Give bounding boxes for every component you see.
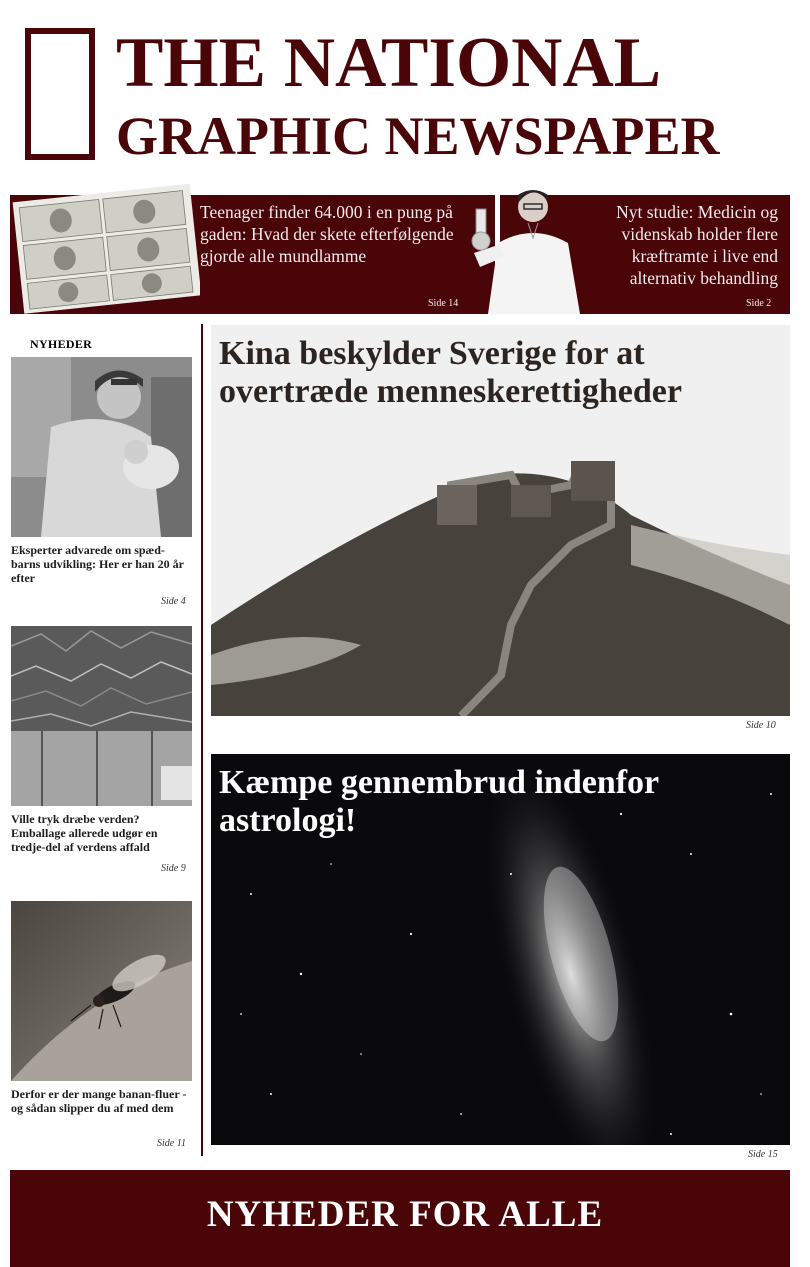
baby-photo[interactable] xyxy=(11,357,192,537)
masthead-title-line2: GRAPHIC NEWSPAPER xyxy=(116,106,720,166)
packaging-waste-photo[interactable] xyxy=(11,626,192,806)
story-caption: Eksperter advarede om spæd-barns udvikli… xyxy=(11,543,184,585)
story-page-ref: Side 10 xyxy=(746,720,776,731)
promo-page-ref: Side 14 xyxy=(428,298,459,309)
fruit-fly-photo[interactable] xyxy=(11,901,192,1081)
story-page-ref: Side 11 xyxy=(157,1138,186,1149)
logo-frame xyxy=(25,28,95,160)
section-label: NYHEDER xyxy=(30,337,93,351)
promo-page-ref: Side 2 xyxy=(746,298,772,309)
promo-banner-medicine[interactable]: Nyt studie: Medicin og videnskab holder … xyxy=(471,190,790,314)
main-headline: Kæmpe gennembrud indenfor astrologi! xyxy=(219,764,659,839)
story-caption: Ville tryk dræbe verden? Emballage aller… xyxy=(11,812,158,854)
story-page-ref: Side 9 xyxy=(161,863,186,874)
money-image xyxy=(12,183,200,314)
footer-tagline: NYHEDER FOR ALLE xyxy=(206,1194,604,1235)
main-headline: Kina beskylder Sverige for at overtræde … xyxy=(219,335,682,410)
promo-headline: Teenager finder 64.000 i en pung på gade… xyxy=(200,202,454,266)
story-page-ref: Side 4 xyxy=(161,596,186,607)
column-divider xyxy=(201,324,203,1156)
great-wall-photo[interactable]: Kina beskylder Sverige for at overtræde … xyxy=(211,325,790,716)
milky-way-photo[interactable]: Kæmpe gennembrud indenfor astrologi! xyxy=(211,754,790,1145)
story-caption: Derfor er der mange banan-fluer - og såd… xyxy=(11,1087,187,1115)
promo-headline: Nyt studie: Medicin og videnskab holder … xyxy=(616,202,778,288)
masthead-title-line1: THE NATIONAL xyxy=(116,24,662,102)
promo-banner-money[interactable]: Teenager finder 64.000 i en pung på gade… xyxy=(10,183,495,314)
story-page-ref: Side 15 xyxy=(748,1149,778,1160)
